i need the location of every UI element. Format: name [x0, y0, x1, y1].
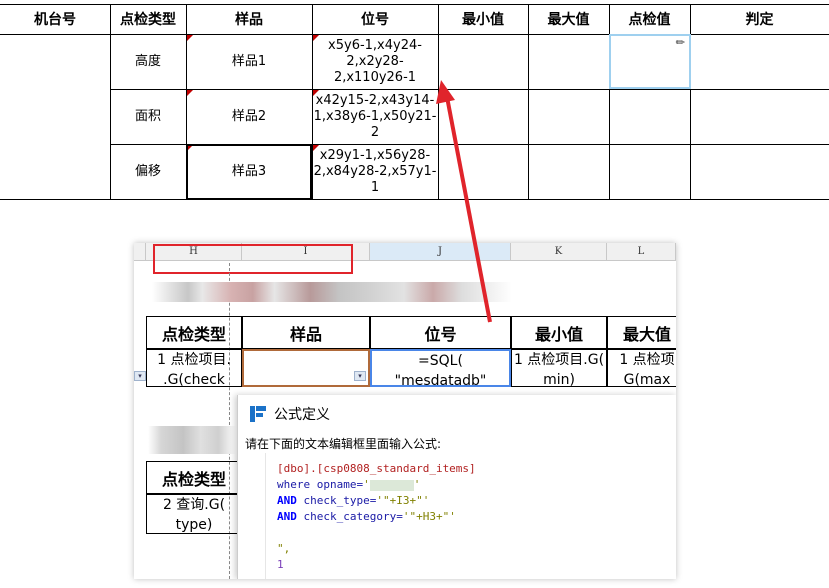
code-line: ",	[277, 542, 291, 555]
cell-line: 1 点检项	[619, 352, 675, 368]
header-min: 最小值	[462, 12, 504, 28]
code-token: '"+I3+"'	[376, 494, 430, 507]
code-token: '	[413, 478, 421, 491]
comment-marker	[313, 90, 319, 96]
position-line: x5y6-1,x4y24-	[328, 37, 422, 53]
sheet-header-type[interactable]: 点检类型	[146, 316, 242, 349]
sheet-header-type[interactable]: 点检类型	[146, 461, 242, 494]
cell-line: .G(check	[163, 372, 225, 387]
code-line: 1	[277, 558, 284, 571]
row-header-corner	[134, 243, 146, 261]
header-max: 最大值	[547, 12, 590, 28]
column-header-l[interactable]: L	[607, 243, 676, 261]
designer-screenshot: H I J K L 点检类型 样品 位号 最小值 最大值 1 点检项目. .G(…	[134, 243, 676, 579]
position-line: x42y15-2,x43y14-	[315, 92, 435, 108]
editor-gutter	[241, 453, 266, 579]
header-check-value: 点检值	[628, 12, 671, 28]
table-cell-position[interactable]: x29y1-1,x56y28- 2,x84y28-2,x57y1- 1	[312, 144, 438, 199]
position-line: 2,x110y26-1	[333, 69, 417, 85]
code-token: '	[363, 478, 370, 491]
dialog-title: 公式定义	[274, 407, 330, 423]
app-logo-icon	[250, 406, 266, 422]
table-cell-position[interactable]: x5y6-1,x4y24- 2,x2y28- 2,x110y26-1	[312, 34, 438, 89]
dialog-prompt: 请在下面的文本编辑框里面输入公式:	[245, 437, 442, 451]
sheet-cell-min[interactable]: 1 点检项目.G( min)	[511, 349, 607, 387]
position-line: 1	[370, 179, 380, 195]
code-token: AND	[277, 510, 297, 523]
cell-line: 1 点检项目.G(	[513, 352, 605, 368]
code-line: AND check_category='"+H3+"'	[277, 509, 456, 525]
column-header-k[interactable]: K	[511, 243, 607, 261]
sheet-cell-type[interactable]: 1 点检项目. .G(check	[146, 349, 242, 387]
sheet-cell-sample[interactable]	[242, 349, 370, 387]
sheet-cell-position-formula[interactable]: =SQL( "mesdatadb"	[370, 349, 511, 387]
code-token: '"+H3+"'	[402, 510, 456, 523]
redacted-title	[152, 282, 512, 302]
report-table: 机台号 点检类型 样品 位号 最小值 最大值 点检值 判定 高度 样品1 x5y…	[0, 0, 829, 200]
header-position: 位号	[361, 12, 389, 28]
position-line: 2,x84y28-2,x57y1-	[313, 163, 437, 179]
code-line: [dbo].[csp0808_standard_items]	[277, 462, 476, 475]
code-token: where opname=	[277, 478, 364, 491]
formula-dialog[interactable]: 公式定义 请在下面的文本编辑框里面输入公式: [dbo].[csp0808_st…	[237, 395, 676, 579]
table-cell-sample[interactable]: 样品2	[186, 89, 312, 144]
header-sample: 样品	[235, 12, 263, 28]
sheet-header-max[interactable]: 最大值	[607, 316, 676, 349]
selected-sample-cell	[186, 144, 312, 200]
formula-editor[interactable]: [dbo].[csp0808_standard_items] where opn…	[241, 453, 676, 579]
comment-marker	[187, 35, 193, 41]
sheet-header-sample[interactable]: 样品	[242, 316, 370, 349]
cell-line: =SQL(	[418, 353, 463, 369]
highlight-box	[153, 244, 353, 274]
dropdown-icon[interactable]: ▾	[354, 371, 366, 381]
redacted-title	[148, 426, 236, 454]
dialog-title-bar[interactable]: 公式定义	[250, 401, 330, 427]
position-line: x29y1-1,x56y28-	[319, 147, 431, 163]
cell-line: 1 点检项目.	[157, 352, 231, 368]
column-header-j[interactable]: J	[370, 243, 511, 261]
code-token: check_type=	[296, 494, 377, 507]
table-cell-sample[interactable]: 样品1	[186, 34, 312, 89]
table-cell-type[interactable]: 高度	[110, 34, 186, 89]
comment-marker	[187, 90, 193, 96]
dropdown-icon[interactable]: ▾	[134, 371, 146, 381]
code-token: AND	[277, 494, 297, 507]
cell-line: "mesdatadb"	[394, 373, 487, 387]
position-line: 2,x2y28-	[346, 53, 404, 69]
cell-line: 2 查询.G(	[162, 497, 226, 513]
comment-marker	[313, 145, 319, 151]
code-token: check_category=	[296, 510, 403, 523]
position-line: 2	[370, 124, 380, 140]
header-judgement: 判定	[745, 12, 774, 28]
code-line: where opname=' '	[277, 477, 420, 493]
cell-line: type)	[175, 517, 213, 533]
table-cell-type[interactable]: 偏移	[110, 144, 186, 199]
table-cell-type[interactable]: 面积	[110, 89, 186, 144]
table-border-bottom	[0, 199, 829, 200]
header-machine-no: 机台号	[34, 12, 76, 28]
code-line: AND check_type='"+I3+"'	[277, 493, 429, 509]
header-check-type: 点检类型	[120, 12, 176, 28]
redacted-value	[369, 479, 414, 491]
sheet-header-position[interactable]: 位号	[370, 316, 511, 349]
cell-line: G(max	[623, 372, 671, 387]
table-cell-position[interactable]: x42y15-2,x43y14- 1,x38y6-1,x50y21- 2	[312, 89, 438, 144]
position-line: 1,x38y6-1,x50y21-	[313, 108, 437, 124]
sheet-cell-max[interactable]: 1 点检项 G(max	[607, 349, 676, 387]
sheet-cell-query[interactable]: 2 查询.G( type)	[146, 494, 242, 534]
comment-marker	[313, 35, 319, 41]
cell-line: min)	[543, 372, 575, 387]
sheet-header-min[interactable]: 最小值	[511, 316, 607, 349]
